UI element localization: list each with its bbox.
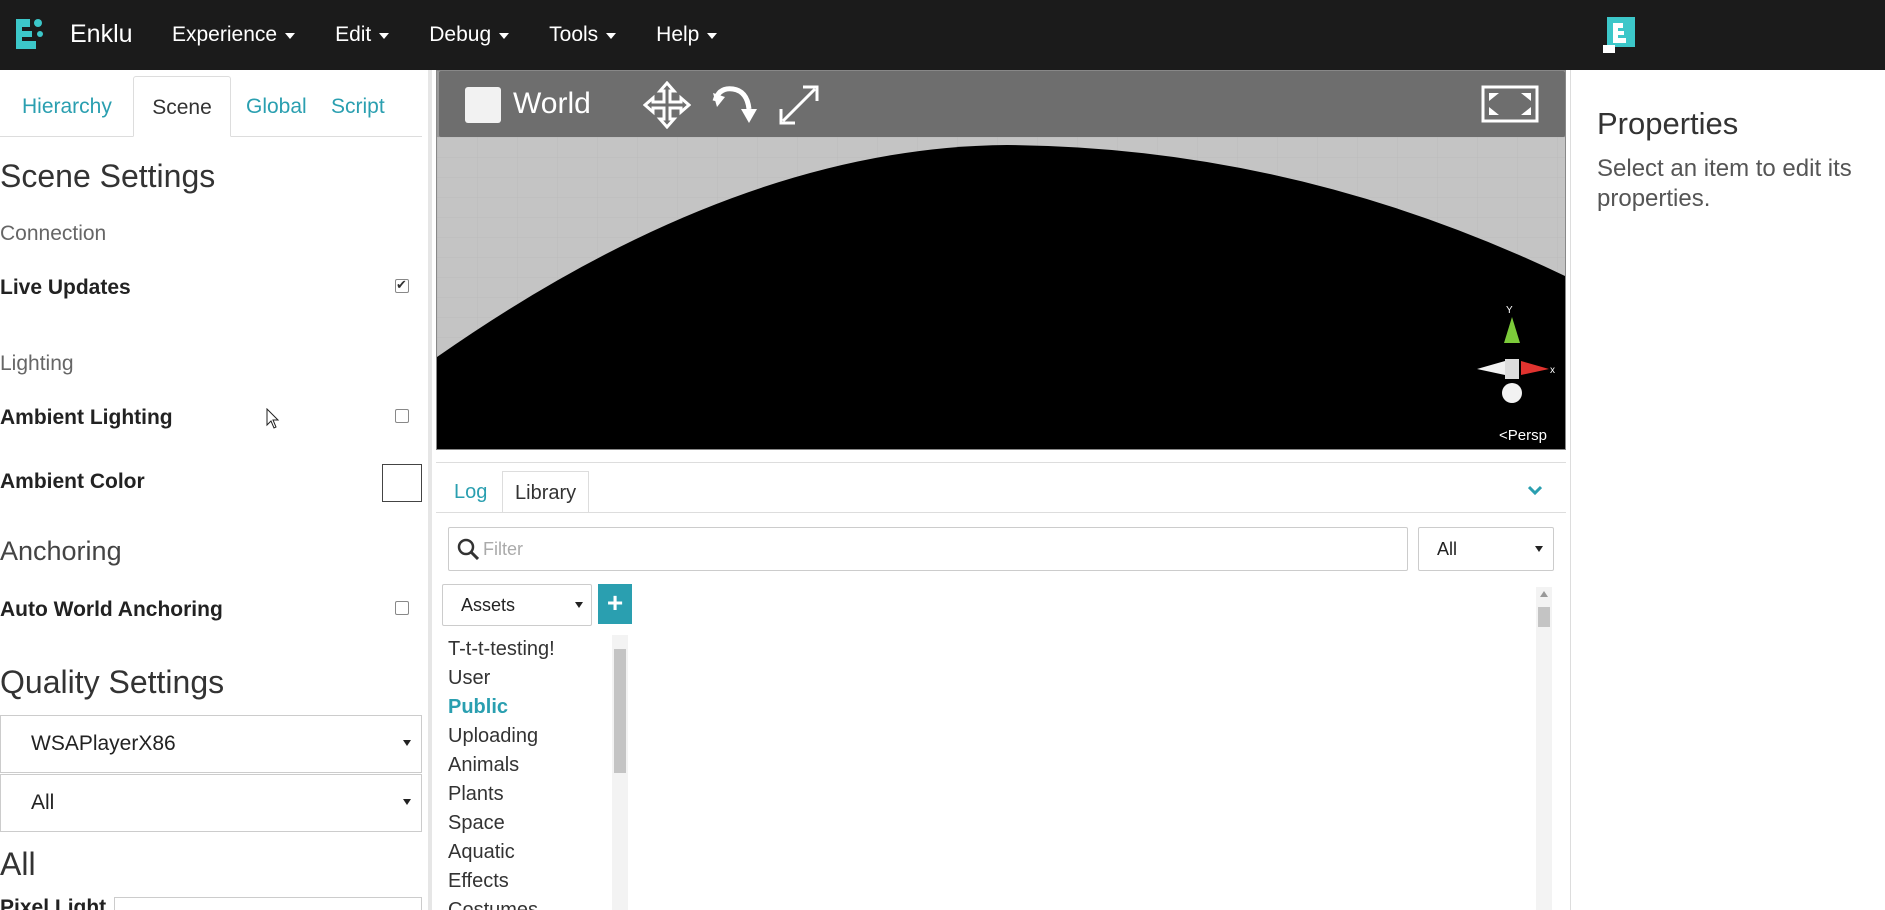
- scale-tool-icon[interactable]: [775, 81, 823, 129]
- category-item[interactable]: Animals: [448, 751, 598, 780]
- menu-experience[interactable]: Experience: [172, 23, 296, 47]
- menu-edit-label: Edit: [335, 23, 372, 46]
- pixel-light-label: Pixel Light: [0, 896, 107, 910]
- caret-down-icon: [707, 33, 718, 39]
- chevron-down-icon: [403, 740, 411, 746]
- menu-help[interactable]: Help: [656, 23, 718, 47]
- caret-down-icon: [606, 33, 617, 39]
- ambient-lighting-checkbox[interactable]: [395, 409, 409, 423]
- top-menu-bar: Enklu Experience Edit Debug Tools Help: [0, 0, 1885, 70]
- gizmo-x-label: x: [1550, 365, 1555, 376]
- left-tabs: Hierarchy Scene Global Script: [0, 76, 422, 137]
- menu-debug[interactable]: Debug: [429, 23, 510, 47]
- menu-debug-label: Debug: [429, 23, 492, 46]
- quality-settings-title: Quality Settings: [0, 664, 225, 700]
- live-updates-label: Live Updates: [0, 276, 131, 299]
- world-label: World: [513, 87, 591, 120]
- menu-tools[interactable]: Tools: [549, 23, 617, 47]
- auto-world-anchoring-label: Auto World Anchoring: [0, 598, 223, 621]
- search-icon: [457, 538, 479, 560]
- viewport-toolbar: World: [439, 71, 1565, 137]
- main-menu: Experience Edit Debug Tools Help: [172, 0, 757, 70]
- live-updates-checkbox[interactable]: [395, 277, 409, 293]
- category-item[interactable]: Space: [448, 809, 598, 838]
- menu-help-label: Help: [656, 23, 700, 46]
- ambient-lighting-label: Ambient Lighting: [0, 406, 173, 429]
- menu-tools-label: Tools: [549, 23, 599, 46]
- tab-log[interactable]: Log: [454, 471, 487, 513]
- auto-world-anchoring-checkbox[interactable]: [395, 601, 409, 615]
- caret-down-icon: [285, 33, 296, 39]
- quality-all-heading: All: [0, 846, 36, 882]
- properties-title: Properties: [1597, 106, 1739, 141]
- gizmo-y-label: Y: [1506, 305, 1513, 316]
- filter-type-select[interactable]: All: [1418, 527, 1554, 571]
- tab-hierarchy[interactable]: Hierarchy: [22, 76, 112, 137]
- brand-name: Enklu: [70, 20, 133, 48]
- ambient-color-swatch[interactable]: [382, 464, 422, 502]
- scroll-thumb[interactable]: [1538, 607, 1550, 627]
- menu-experience-label: Experience: [172, 23, 278, 46]
- assets-select[interactable]: Assets: [442, 584, 592, 626]
- chevron-down-icon[interactable]: [1528, 483, 1542, 497]
- filter-box: [448, 527, 1408, 571]
- scroll-up-icon[interactable]: [1540, 591, 1548, 597]
- quality-level-value: All: [31, 791, 55, 814]
- asset-grid-scrollbar[interactable]: [1536, 587, 1552, 910]
- scene-settings-panel: Hierarchy Scene Global Script Scene Sett…: [0, 70, 430, 910]
- lighting-title: Lighting: [0, 352, 74, 375]
- app-root: Enklu Experience Edit Debug Tools Help H…: [0, 0, 1885, 910]
- category-item[interactable]: Uploading: [448, 722, 598, 751]
- category-item[interactable]: User: [448, 664, 598, 693]
- menu-edit[interactable]: Edit: [335, 23, 390, 47]
- mouse-cursor-icon: [266, 408, 280, 429]
- tab-divider: [436, 512, 1566, 513]
- platform-select-value: WSAPlayerX86: [31, 732, 176, 755]
- category-item[interactable]: Public: [448, 693, 598, 722]
- perspective-label[interactable]: <Persp: [1499, 427, 1547, 444]
- category-item[interactable]: T-t-t-testing!: [448, 635, 598, 664]
- tab-script[interactable]: Script: [331, 76, 385, 137]
- scene-settings-title: Scene Settings: [0, 158, 216, 194]
- tab-scene[interactable]: Scene: [133, 76, 231, 137]
- assets-select-value: Assets: [461, 595, 516, 615]
- properties-panel: Properties Select an item to edit its pr…: [1570, 70, 1885, 910]
- world-checkbox[interactable]: [465, 87, 501, 123]
- tab-library[interactable]: Library: [502, 471, 590, 513]
- viewport-scene: AmmoniteAnomaloc...Archaeopt...ArkasArsi…: [437, 137, 1565, 449]
- category-item[interactable]: Effects: [448, 867, 598, 896]
- caret-down-icon: [379, 33, 390, 39]
- axis-gizmo-icon[interactable]: Y x: [1457, 303, 1566, 413]
- filter-input[interactable]: [483, 536, 1383, 562]
- chevron-down-icon: [403, 799, 411, 805]
- category-list: T-t-t-testing! User Public Uploading Animals…: [448, 635, 598, 910]
- chevron-down-icon: [1535, 546, 1543, 552]
- properties-hint: Select an item to edit its properties.: [1597, 155, 1852, 212]
- scene-viewport[interactable]: AmmoniteAnomaloc...Archaeopt...ArkasArsi…: [436, 70, 1566, 450]
- quality-level-select[interactable]: All: [0, 774, 422, 832]
- user-avatar-icon[interactable]: [1603, 15, 1639, 55]
- asset-grid: [646, 587, 1506, 910]
- library-panel: Log Library All Assets + T-t-t-testing!U…: [436, 462, 1566, 910]
- enklu-logo-icon[interactable]: [12, 15, 46, 53]
- scroll-thumb[interactable]: [614, 649, 626, 773]
- move-tool-icon[interactable]: [643, 81, 691, 129]
- category-item[interactable]: Plants: [448, 780, 598, 809]
- tab-global[interactable]: Global: [246, 76, 307, 137]
- ambient-color-label: Ambient Color: [0, 470, 145, 493]
- connection-title: Connection: [0, 222, 107, 245]
- panel-divider[interactable]: [428, 70, 432, 910]
- category-item[interactable]: Aquatic: [448, 838, 598, 867]
- caret-down-icon: [499, 33, 510, 39]
- filter-type-value: All: [1437, 539, 1458, 559]
- fullscreen-icon[interactable]: [1481, 85, 1539, 123]
- chevron-down-icon: [575, 602, 583, 608]
- platform-select[interactable]: WSAPlayerX86: [0, 715, 422, 773]
- category-item[interactable]: Costumes: [448, 896, 598, 910]
- add-asset-button[interactable]: +: [598, 584, 632, 624]
- pixel-light-input[interactable]: [114, 897, 422, 910]
- category-scrollbar[interactable]: [612, 635, 628, 910]
- anchoring-title: Anchoring: [0, 536, 122, 566]
- rotate-tool-icon[interactable]: [709, 81, 757, 129]
